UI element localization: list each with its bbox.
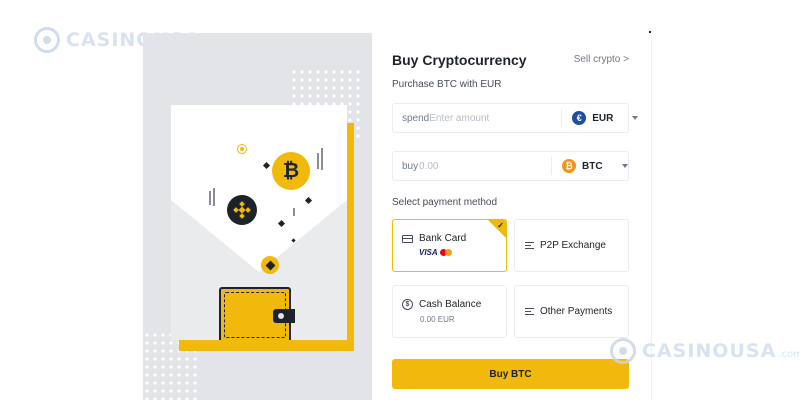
sparkle-icon [304, 196, 313, 205]
watermark-domain: .com [778, 348, 800, 360]
spend-currency-code: EUR [592, 112, 614, 124]
euro-icon: € [572, 111, 587, 125]
motion-line [213, 188, 215, 206]
payment-option-p2p[interactable]: P2P Exchange [514, 219, 629, 272]
chevron-down-icon [632, 116, 639, 120]
diamond-coin-icon [261, 256, 279, 274]
motion-line [293, 208, 295, 216]
cash-balance-amount: 0.00 EUR [420, 315, 455, 324]
buy-field: buy ₿ BTC [392, 151, 629, 181]
motion-line [317, 153, 319, 169]
illustration-panel: ₿ [143, 33, 372, 400]
buy-currency-code: BTC [582, 160, 603, 172]
payment-option-label: Bank Card [419, 233, 467, 244]
cash-icon: $ [402, 299, 413, 310]
payment-option-cash-balance[interactable]: $ Cash Balance 0.00 EUR [392, 285, 507, 338]
buy-btc-button[interactable]: Buy BTC [392, 359, 629, 389]
sell-crypto-link[interactable]: Sell crypto > [574, 54, 629, 65]
motion-line [209, 191, 211, 205]
payment-option-other[interactable]: Other Payments [514, 285, 629, 338]
bnb-coin-icon [227, 195, 257, 225]
watermark-logo: CASINOUSA .com [610, 338, 800, 364]
chip-icon [610, 338, 636, 364]
buy-currency-select[interactable]: ₿ BTC [551, 157, 628, 175]
spend-label: spend [402, 112, 430, 124]
chip-icon [34, 27, 60, 53]
list-icon [525, 307, 534, 316]
page-title: Buy Cryptocurrency [392, 52, 527, 68]
card-brands: VISA [419, 248, 452, 257]
form-subtitle: Purchase BTC with EUR [392, 79, 502, 90]
payment-option-label: P2P Exchange [540, 240, 606, 251]
bitcoin-coin-icon: ₿ [272, 152, 310, 190]
visa-logo: VISA [419, 248, 438, 257]
watermark-brand: CASINOUSA [642, 340, 777, 362]
payment-option-row: P2P Exchange [525, 240, 606, 251]
buy-amount-input[interactable] [419, 160, 551, 172]
small-coin-icon [238, 145, 246, 153]
payment-option-row: $ Cash Balance [402, 299, 481, 310]
payment-option-row: Bank Card [402, 233, 466, 244]
buy-label: buy [402, 160, 419, 172]
motion-line [321, 148, 323, 170]
divider-dot [649, 31, 651, 33]
illustration-card: ₿ [171, 105, 347, 340]
wallet-clasp [273, 309, 295, 323]
sparkle-icon [262, 161, 271, 170]
spend-field: spend € EUR [392, 103, 639, 133]
check-icon: ✓ [497, 221, 504, 230]
sparkle-icon [277, 219, 286, 228]
list-icon [525, 241, 534, 250]
payment-option-bank-card[interactable]: Bank Card VISA ✓ [392, 219, 507, 272]
spend-currency-select[interactable]: € EUR [561, 109, 639, 127]
buy-crypto-widget: CASINOUSA .com ₿ [0, 0, 800, 400]
card-icon [402, 234, 413, 243]
payment-option-row: Other Payments [525, 306, 612, 317]
chevron-down-icon [622, 164, 628, 168]
payment-method-label: Select payment method [392, 197, 498, 208]
spend-amount-input[interactable] [429, 112, 562, 124]
wallet-icon [219, 287, 295, 340]
bitcoin-icon: ₿ [562, 159, 576, 173]
sparkle-icon [291, 238, 296, 243]
mastercard-icon [444, 249, 452, 256]
payment-option-label: Cash Balance [419, 299, 482, 310]
payment-option-label: Other Payments [540, 306, 613, 317]
